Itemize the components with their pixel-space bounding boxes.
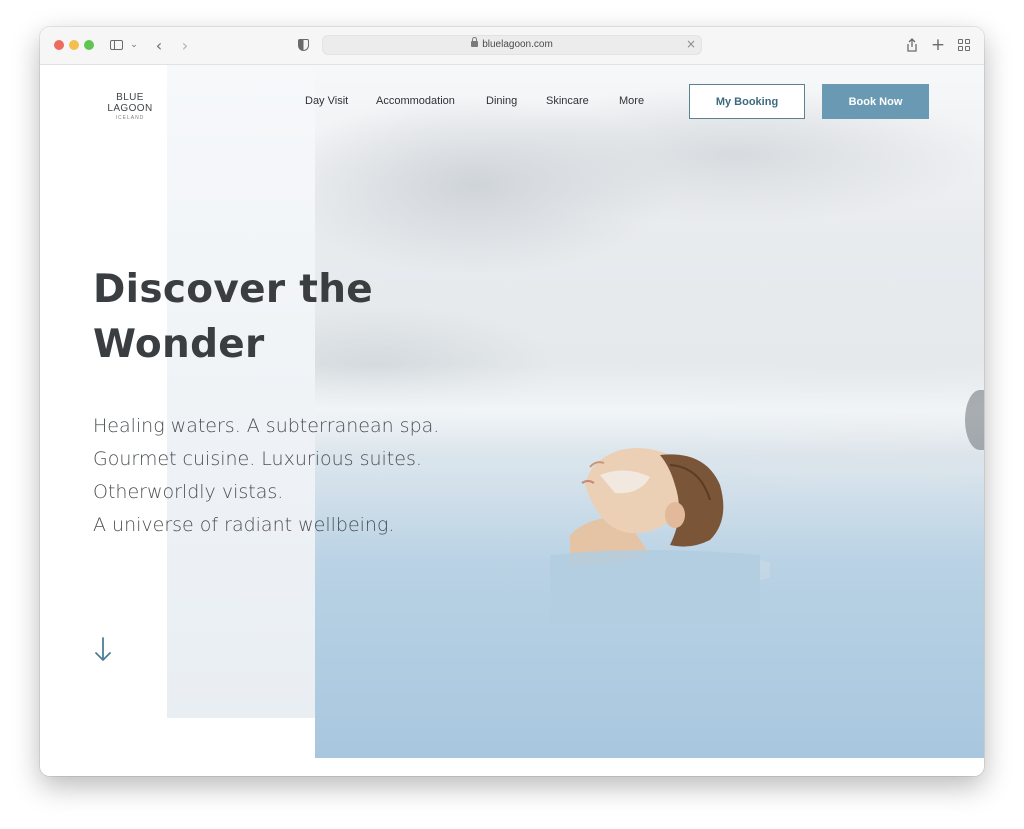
logo-subtext: ICELAND xyxy=(115,115,145,121)
minimize-window-button[interactable] xyxy=(69,40,79,50)
hero-line: Healing waters. A subterranean spa. xyxy=(93,415,440,437)
tabs-grid-icon[interactable] xyxy=(956,35,972,55)
left-shade-panel xyxy=(167,65,316,718)
close-window-button[interactable] xyxy=(54,40,64,50)
hero-description: Healing waters. A subterranean spa. Gour… xyxy=(93,410,493,542)
share-icon[interactable] xyxy=(904,35,920,55)
lock-icon xyxy=(471,37,479,47)
nav-item-more[interactable]: More xyxy=(619,95,644,107)
webpage: BLUE LAGOON ICELAND Day Visit Accommodat… xyxy=(40,65,984,776)
back-icon[interactable]: ‹ xyxy=(152,35,166,55)
hero-line: Otherworldly vistas. xyxy=(93,481,284,503)
swimmer-illustration xyxy=(550,447,770,625)
nav-item-skincare[interactable]: Skincare xyxy=(546,95,589,107)
hero-line: Gourmet cuisine. Luxurious suites. xyxy=(93,448,422,470)
plus-icon[interactable]: + xyxy=(930,35,946,55)
logo-text: BLUE LAGOON xyxy=(107,92,153,114)
my-booking-button[interactable]: My Booking xyxy=(689,84,805,119)
forward-icon[interactable]: › xyxy=(178,35,192,55)
shield-icon[interactable] xyxy=(296,35,310,55)
chevron-down-icon[interactable]: ⌄ xyxy=(129,35,139,55)
browser-toolbar: ⌄ ‹ › bluelagoon.com × + xyxy=(40,27,984,65)
address-bar[interactable]: bluelagoon.com × xyxy=(322,35,702,55)
nav-item-accommodation[interactable]: Accommodation xyxy=(376,95,455,107)
arrow-down-icon[interactable] xyxy=(94,635,112,663)
close-icon[interactable]: × xyxy=(686,37,696,51)
browser-window: ⌄ ‹ › bluelagoon.com × + BLUE LAGOON ICE… xyxy=(40,27,984,776)
hero-line: A universe of radiant wellbeing. xyxy=(93,514,395,536)
book-now-button[interactable]: Book Now xyxy=(822,84,929,119)
url-text: bluelagoon.com xyxy=(482,39,553,50)
sidebar-toggle-icon[interactable] xyxy=(108,35,124,55)
hero-title: Discover the Wonder xyxy=(93,267,374,367)
nav-item-day-visit[interactable]: Day Visit xyxy=(305,95,348,107)
zoom-window-button[interactable] xyxy=(84,40,94,50)
site-logo[interactable]: BLUE LAGOON ICELAND xyxy=(95,92,165,121)
nav-item-dining[interactable]: Dining xyxy=(486,95,517,107)
